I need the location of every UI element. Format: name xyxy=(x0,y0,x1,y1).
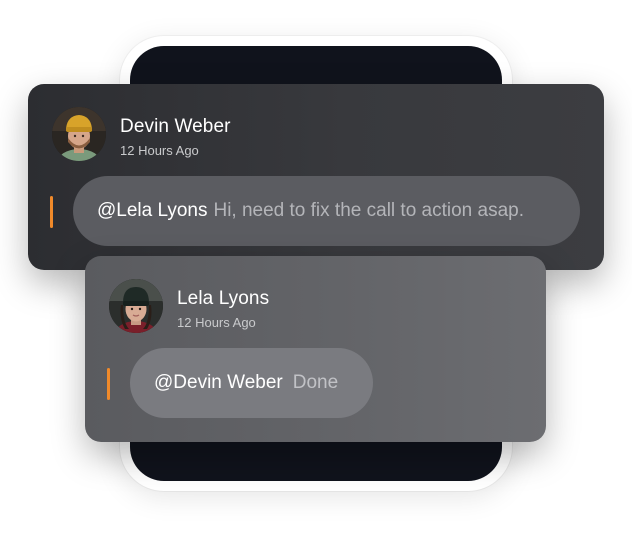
mention-link[interactable]: @Lela Lyons xyxy=(97,200,207,222)
comment-accent-bar xyxy=(50,196,53,228)
comment-text: Hi, need to fix the call to action asap. xyxy=(213,200,524,221)
comment-timestamp: 12 Hours Ago xyxy=(177,315,256,330)
comment-author: Lela Lyons xyxy=(177,288,270,309)
comment-card-lela: Lela Lyons 12 Hours Ago @Devin Weber Don… xyxy=(85,256,546,442)
person-avatar-icon xyxy=(109,279,163,333)
avatar-devin[interactable] xyxy=(52,107,106,161)
comment-accent-bar xyxy=(107,368,110,400)
comment-card-devin: Devin Weber 12 Hours Ago @Lela Lyons Hi,… xyxy=(28,84,604,270)
person-avatar-icon xyxy=(52,107,106,161)
comment-text: Done xyxy=(292,372,339,393)
avatar-lela[interactable] xyxy=(109,279,163,333)
comment-bubble: @Lela Lyons Hi, need to fix the call to … xyxy=(73,176,580,246)
mention-link[interactable]: @Devin Weber xyxy=(154,372,283,394)
comment-bubble: @Devin Weber Done xyxy=(130,348,373,418)
comment-author: Devin Weber xyxy=(120,116,231,137)
comment-timestamp: 12 Hours Ago xyxy=(120,143,199,158)
